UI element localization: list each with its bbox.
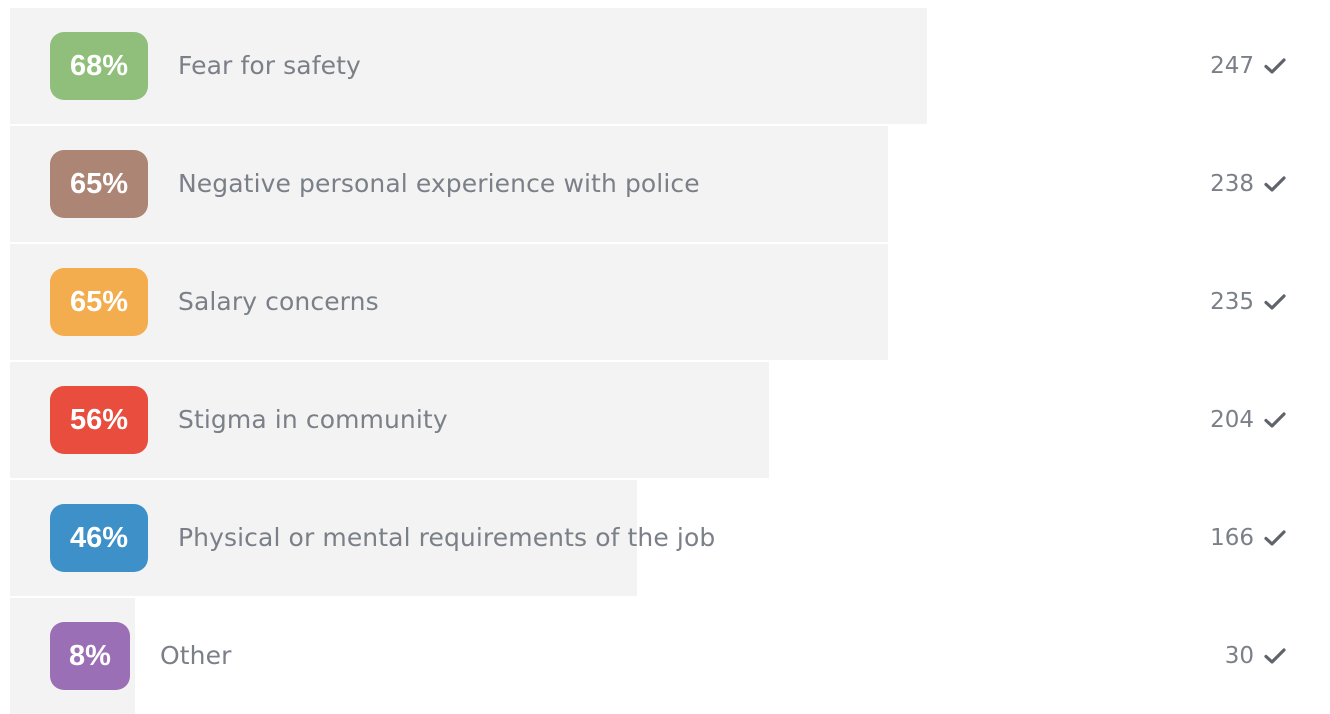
option-label: Salary concerns xyxy=(178,287,379,316)
vote-count: 30 xyxy=(1225,598,1286,714)
percent-badge: 68% xyxy=(50,32,149,100)
percent-badge: 46% xyxy=(50,504,149,572)
vote-count: 235 xyxy=(1210,244,1286,360)
option-label: Physical or mental requirements of the j… xyxy=(178,523,716,552)
option-label: Fear for safety xyxy=(178,51,361,80)
result-row: 65% Negative personal experience with po… xyxy=(10,126,1330,242)
check-icon xyxy=(1264,175,1286,193)
result-row: 8% Other 30 xyxy=(10,598,1330,714)
option-label: Negative personal experience with police xyxy=(178,169,700,198)
percent-badge: 65% xyxy=(50,268,149,336)
result-row: 65% Salary concerns 235 xyxy=(10,244,1330,360)
check-icon xyxy=(1264,411,1286,429)
check-icon xyxy=(1264,647,1286,665)
option-label: Stigma in community xyxy=(178,405,448,434)
vote-count-value: 247 xyxy=(1210,53,1254,79)
percent-badge: 56% xyxy=(50,386,149,454)
vote-count-value: 235 xyxy=(1210,289,1254,315)
check-icon xyxy=(1264,293,1286,311)
percent-badge: 65% xyxy=(50,150,149,218)
vote-count-value: 238 xyxy=(1210,171,1254,197)
check-icon xyxy=(1264,57,1286,75)
option-label: Other xyxy=(160,641,232,670)
check-icon xyxy=(1264,529,1286,547)
vote-count: 238 xyxy=(1210,126,1286,242)
result-row: 68% Fear for safety 247 xyxy=(10,8,1330,124)
vote-count: 166 xyxy=(1210,480,1286,596)
result-row: 46% Physical or mental requirements of t… xyxy=(10,480,1330,596)
vote-count-value: 166 xyxy=(1210,525,1254,551)
poll-results: 68% Fear for safety 247 65% Negative per… xyxy=(10,8,1330,714)
vote-count-value: 204 xyxy=(1210,407,1254,433)
vote-count: 204 xyxy=(1210,362,1286,478)
vote-count-value: 30 xyxy=(1224,643,1254,669)
percent-badge: 8% xyxy=(50,622,130,690)
vote-count: 247 xyxy=(1210,8,1286,124)
result-row: 56% Stigma in community 204 xyxy=(10,362,1330,478)
